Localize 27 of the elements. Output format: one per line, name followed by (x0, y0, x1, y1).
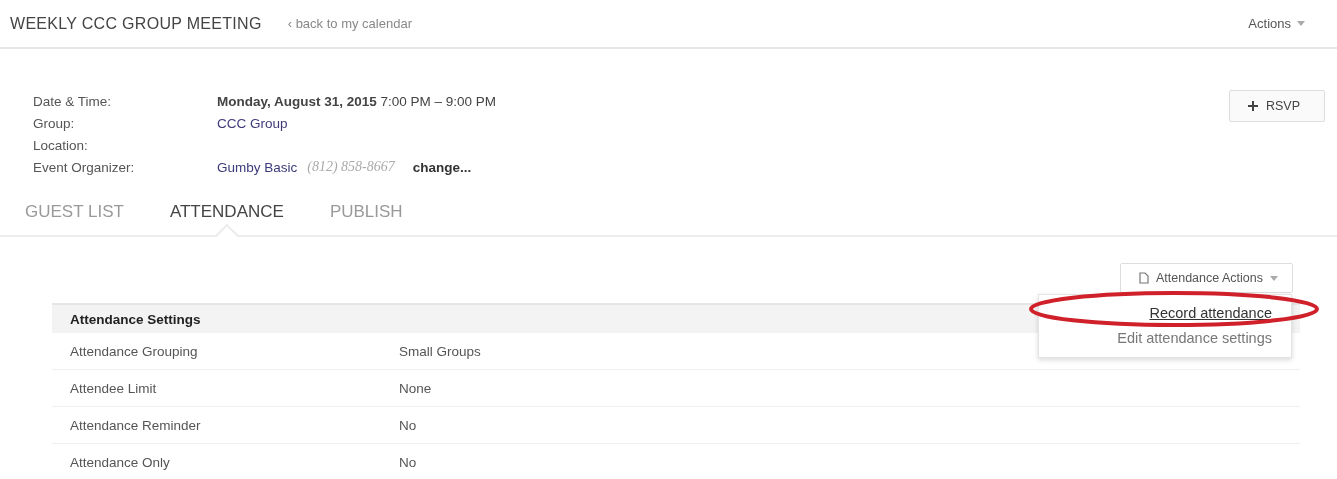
setting-value: Small Groups (399, 343, 482, 359)
detail-link[interactable]: CCC Group (217, 115, 288, 131)
document-icon (1138, 272, 1149, 284)
detail-label: Group: (33, 115, 76, 131)
setting-name: Attendance Grouping (70, 343, 199, 359)
detail-label: Date & Time: (33, 93, 113, 109)
setting-name: Attendance Reminder (70, 417, 202, 433)
setting-name: Attendee Limit (70, 380, 158, 396)
setting-name: Attendance Only (70, 454, 171, 470)
detail-label: Location: (33, 137, 89, 153)
back-link[interactable]: ‹ back to my calendar (287, 16, 412, 31)
phone-number: (812) 858-8667 (307, 159, 395, 175)
plus-icon (1247, 101, 1258, 111)
caret-icon (1297, 21, 1305, 26)
detail-label: Event Organizer: (33, 159, 136, 175)
rsvp-button[interactable]: RSVP (1228, 90, 1325, 122)
detail-link[interactable]: Gumby Basic (217, 159, 298, 175)
actions-dropdown[interactable]: Actions (1248, 16, 1327, 31)
detail-value: Monday, August 31, 2015 7:00 PM – 9:00 PM (217, 93, 497, 109)
attendance-actions-button[interactable]: Attendance Actions (1119, 263, 1293, 293)
caret-icon (1270, 275, 1278, 281)
setting-value: No (399, 454, 418, 470)
event-title: WEEKLY CCC GROUP MEETING (10, 14, 262, 33)
tab[interactable]: ATTENDANCE (169, 198, 284, 226)
setting-value: None (399, 380, 433, 396)
change-link[interactable]: change... (412, 159, 472, 175)
setting-value: No (399, 417, 418, 433)
